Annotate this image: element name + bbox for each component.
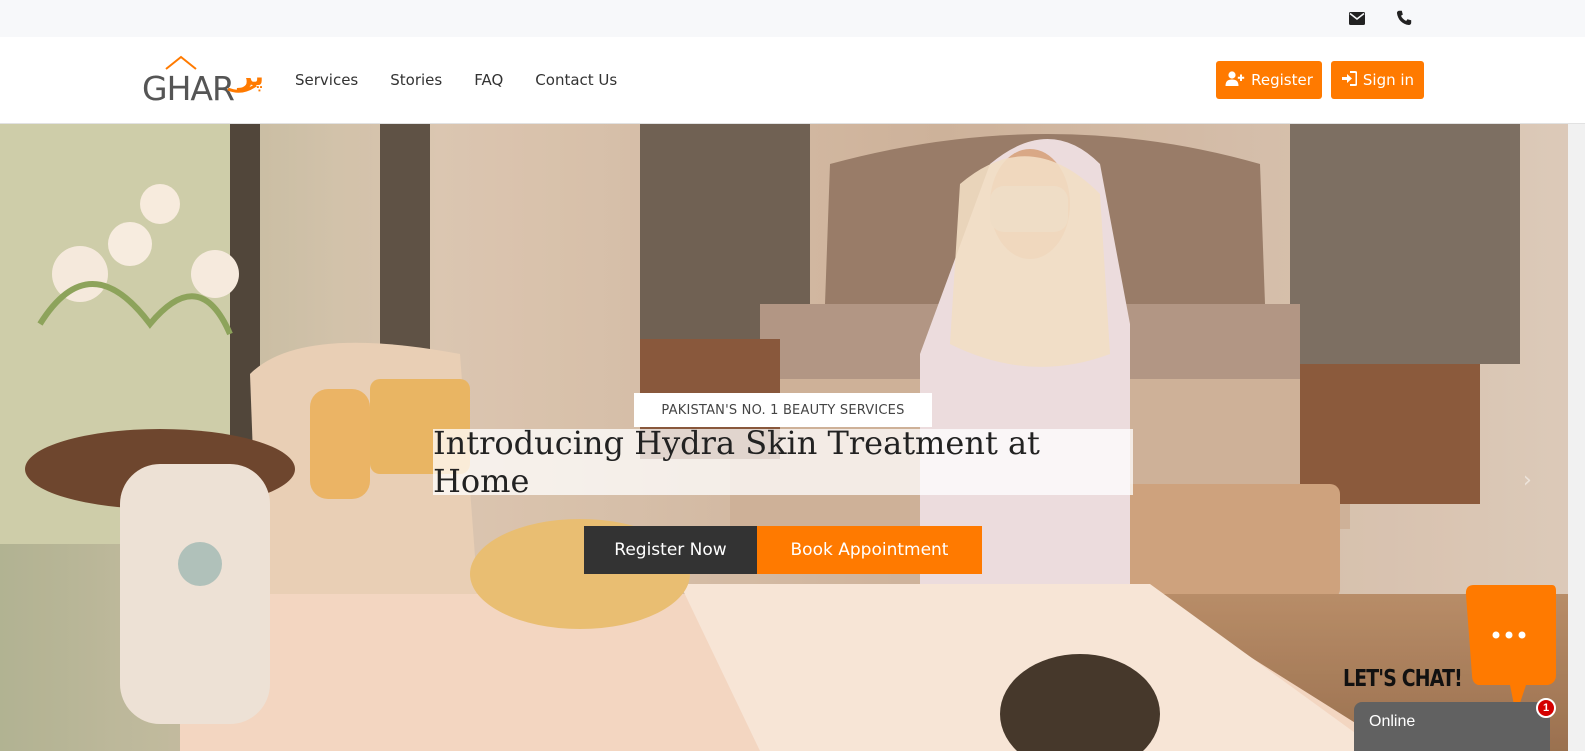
top-utility-bar xyxy=(0,0,1585,37)
ghar-par-logo[interactable]: GHAR پر xyxy=(142,55,270,108)
register-button[interactable]: Register xyxy=(1216,61,1322,99)
chat-status-bar[interactable]: Online xyxy=(1354,702,1550,751)
user-plus-icon xyxy=(1225,70,1245,90)
envelope-icon[interactable] xyxy=(1347,8,1367,28)
main-navbar: GHAR پر Services Stories FAQ Contact Us … xyxy=(0,37,1585,124)
sign-in-label: Sign in xyxy=(1362,71,1415,89)
svg-text:GHAR: GHAR xyxy=(142,69,234,105)
chevron-right-icon[interactable]: › xyxy=(1523,468,1543,494)
nav-contact-us[interactable]: Contact Us xyxy=(535,70,617,90)
nav-stories[interactable]: Stories xyxy=(390,70,442,90)
unread-count-badge: 1 xyxy=(1536,698,1556,718)
phone-icon[interactable] xyxy=(1394,8,1414,28)
sign-in-icon xyxy=(1341,70,1358,90)
hero-tagline: PAKISTAN'S NO. 1 BEAUTY SERVICES xyxy=(634,393,932,427)
register-now-button[interactable]: Register Now xyxy=(584,526,757,574)
page-scrollbar[interactable] xyxy=(1568,124,1585,751)
nav-faq[interactable]: FAQ xyxy=(474,70,503,90)
sign-in-button[interactable]: Sign in xyxy=(1331,61,1424,99)
chat-title[interactable]: LET'S CHAT! xyxy=(1343,666,1463,692)
svg-text:پر: پر xyxy=(236,62,264,92)
hero-headline: Introducing Hydra Skin Treatment at Home xyxy=(433,424,1133,500)
register-label: Register xyxy=(1251,71,1313,89)
primary-nav: Services Stories FAQ Contact Us xyxy=(295,70,649,90)
book-appointment-button[interactable]: Book Appointment xyxy=(757,526,982,574)
nav-services[interactable]: Services xyxy=(295,70,358,90)
chat-status-label: Online xyxy=(1369,713,1416,730)
